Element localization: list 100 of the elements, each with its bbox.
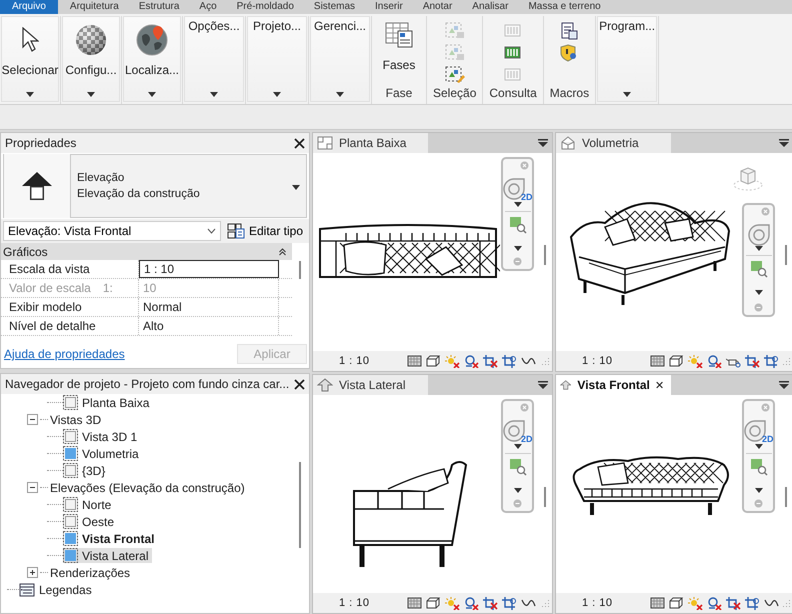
zoom-icon[interactable] xyxy=(508,216,526,234)
cube-icon[interactable] xyxy=(426,597,441,609)
property-value[interactable]: Alto xyxy=(139,317,279,335)
view-tab[interactable]: Planta Baixa xyxy=(313,133,428,153)
view-scale[interactable]: 1 : 10 xyxy=(339,355,403,367)
sun-icon[interactable] xyxy=(445,354,460,368)
ribbon-tab[interactable]: Aço xyxy=(191,0,225,14)
tree-folder[interactable]: Vistas 3D xyxy=(48,412,102,426)
dotted-square-icon[interactable] xyxy=(407,355,422,367)
sun-icon[interactable] xyxy=(688,596,703,610)
type-selector[interactable]: Elevação Elevação da construção xyxy=(3,154,307,218)
view-tab[interactable]: Vista Lateral xyxy=(313,375,428,395)
ribbon-button[interactable]: Localiza... xyxy=(123,16,181,102)
close-button[interactable] xyxy=(294,138,305,148)
resize-grip-icon[interactable] xyxy=(542,599,550,607)
steering-wheel-button[interactable] xyxy=(748,224,770,246)
ribbon-tab[interactable]: Arquitetura xyxy=(62,0,127,14)
chevron-icon xyxy=(207,228,216,234)
edit-type-button[interactable]: Editar tipo xyxy=(227,223,304,239)
tree-item[interactable]: Vista 3D 1 xyxy=(63,429,140,444)
view-scale[interactable]: 1 : 10 xyxy=(582,597,646,609)
steering-wheel-button[interactable]: 2D xyxy=(502,420,532,444)
zoom-icon[interactable] xyxy=(508,458,526,476)
ribbon-tab[interactable]: Sistemas xyxy=(306,0,364,14)
tree-item[interactable]: Vista Lateral xyxy=(63,548,152,563)
crop-icon[interactable] xyxy=(502,596,517,610)
tree-item[interactable]: Vista Frontal xyxy=(63,531,158,546)
floor-plan-icon xyxy=(317,136,333,150)
tree-item[interactable]: Volumetria xyxy=(63,446,142,461)
ribbon-tab[interactable]: Arquivo xyxy=(0,0,58,14)
collapse-icon[interactable] xyxy=(27,414,38,425)
magnifier-x-icon[interactable] xyxy=(464,354,479,368)
crop-icon[interactable] xyxy=(764,354,779,368)
ribbon-tab[interactable]: Inserir xyxy=(367,0,411,14)
ribbon-button[interactable]: Configu... xyxy=(62,16,120,102)
magnifier-x-icon[interactable] xyxy=(707,354,722,368)
property-value[interactable]: Normal xyxy=(139,298,279,316)
tree-folder[interactable]: Renderizações xyxy=(48,566,130,580)
property-value[interactable]: 1 : 10 xyxy=(139,260,279,278)
collapsed-panel-button[interactable]: Opções... xyxy=(184,16,244,102)
tree-item[interactable]: Oeste xyxy=(63,514,118,529)
tree-item[interactable]: Legendas xyxy=(39,582,92,596)
ribbon-button[interactable]: Fases xyxy=(379,16,419,76)
type-family: Elevação da construção xyxy=(77,187,201,202)
collapsed-panel-button[interactable]: Projeto... xyxy=(247,16,307,102)
help-link[interactable]: Ajuda de propriedades xyxy=(4,347,125,361)
crop-icon[interactable] xyxy=(502,354,517,368)
steering-wheel-button[interactable]: 2D xyxy=(744,420,774,444)
tree-item[interactable]: Norte xyxy=(63,497,114,512)
resize-grip-icon[interactable] xyxy=(542,357,550,365)
cube-icon[interactable] xyxy=(426,355,441,367)
ribbon-tab[interactable]: Anotar xyxy=(414,0,460,14)
property-name: Escala da vista xyxy=(1,260,139,278)
ribbon-tab[interactable]: Analisar xyxy=(464,0,516,14)
dotted-square-icon[interactable] xyxy=(407,597,422,609)
instance-dropdown[interactable]: Elevação: Vista Frontal xyxy=(3,221,221,241)
zoom-icon[interactable] xyxy=(750,458,768,476)
elevation-arrow-icon xyxy=(21,171,53,201)
crop-x-icon[interactable] xyxy=(726,596,741,610)
dashed-select-icon[interactable] xyxy=(444,66,465,84)
ribbon-button[interactable]: Selecionar xyxy=(1,16,59,102)
caret-icon xyxy=(754,444,762,449)
view-scale[interactable]: 1 : 10 xyxy=(582,355,646,367)
property-name: Exibir modelo xyxy=(1,298,139,316)
resize-grip-icon[interactable] xyxy=(783,599,791,607)
close-icon xyxy=(294,378,305,390)
cube-icon[interactable] xyxy=(669,355,684,367)
script-icon[interactable] xyxy=(559,22,580,40)
view-scale[interactable]: 1 : 10 xyxy=(339,597,403,609)
crop-x-icon[interactable] xyxy=(483,354,498,368)
collapse-icon[interactable] xyxy=(27,482,38,493)
close-icon[interactable] xyxy=(656,380,663,390)
expand-icon[interactable] xyxy=(27,567,38,578)
close-button[interactable] xyxy=(294,378,305,390)
dotted-square-icon[interactable] xyxy=(650,355,665,367)
view-tab[interactable]: Vista Frontal xyxy=(556,375,671,395)
menu-caret-icon xyxy=(779,381,789,389)
dotted-square-icon[interactable] xyxy=(650,597,665,609)
collapsed-panel-button[interactable]: Program... xyxy=(597,16,658,102)
tree-folder[interactable]: Elevações (Elevação da construção) xyxy=(48,480,245,494)
ribbon-tab[interactable]: Pré-moldado xyxy=(228,0,302,14)
magnifier-x-icon[interactable] xyxy=(707,596,722,610)
magnifier-x-icon[interactable] xyxy=(464,596,479,610)
sun-icon[interactable] xyxy=(688,354,703,368)
crop-x-icon[interactable] xyxy=(483,596,498,610)
panel-label: Seleção xyxy=(433,86,476,102)
view-tab[interactable]: Volumetria xyxy=(556,133,671,153)
crop-icon[interactable] xyxy=(745,596,760,610)
tree-item[interactable]: Planta Baixa xyxy=(63,395,152,410)
steering-wheel-button[interactable]: 2D xyxy=(502,178,532,202)
ribbon-tab[interactable]: Estrutura xyxy=(130,0,188,14)
cube-icon[interactable] xyxy=(669,597,684,609)
sun-icon[interactable] xyxy=(445,596,460,610)
group-header[interactable]: Gráficos xyxy=(1,243,292,260)
ribbon-tab[interactable]: Massa e terreno xyxy=(520,0,609,14)
collapsed-panel-button[interactable]: Gerenci... xyxy=(310,16,370,102)
resize-grip-icon[interactable] xyxy=(783,357,791,365)
zoom-icon[interactable] xyxy=(750,260,768,278)
tree-item[interactable]: {3D} xyxy=(63,463,108,478)
crop-x-icon[interactable] xyxy=(745,354,760,368)
